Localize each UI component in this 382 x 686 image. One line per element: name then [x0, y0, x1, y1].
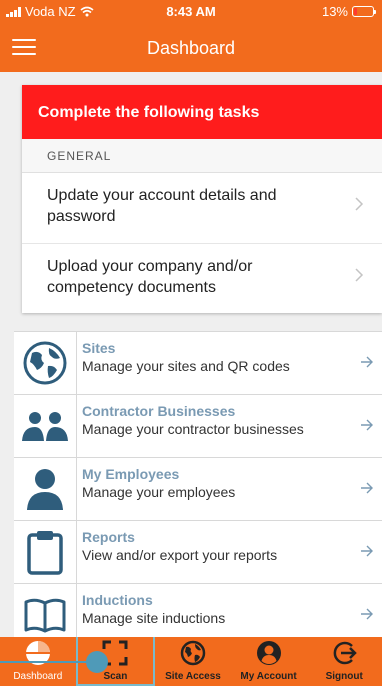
- menu-item-contractor-businesses[interactable]: Contractor Businesses Manage your contra…: [14, 395, 382, 458]
- chevron-right-icon: [355, 197, 364, 211]
- globe-icon: [23, 341, 67, 385]
- status-bar: Voda NZ 8:43 AM 13%: [0, 0, 382, 24]
- menu-item-reports[interactable]: Reports View and/or export your reports: [14, 521, 382, 584]
- tab-label: Site Access: [165, 671, 221, 682]
- menu-item-subtitle: Manage your contractor businesses: [82, 421, 304, 437]
- arrow-right-icon: [361, 356, 373, 368]
- tab-signout[interactable]: Signout: [306, 637, 382, 686]
- menu-item-subtitle: Manage your employees: [82, 484, 236, 500]
- tab-label: Scan: [103, 671, 128, 682]
- menu-item-inductions[interactable]: Inductions Manage site inductions: [14, 584, 382, 637]
- task-label: Upload your company and/or competency do…: [47, 258, 253, 296]
- tab-label: Signout: [325, 671, 363, 682]
- arrow-right-icon: [361, 419, 373, 431]
- menu-item-title: Contractor Businesses: [82, 403, 236, 419]
- user-circle-icon: [256, 641, 281, 665]
- tasks-section-header: GENERAL: [22, 139, 382, 173]
- task-label: Update your account details and password: [47, 187, 277, 225]
- task-update-account[interactable]: Update your account details and password: [22, 173, 382, 243]
- battery-icon: [352, 6, 376, 17]
- people-icon: [22, 412, 68, 441]
- arrow-right-icon: [361, 608, 373, 620]
- tasks-title: Complete the following tasks: [22, 85, 382, 139]
- arrow-right-icon: [361, 545, 373, 557]
- dashboard-menu: Sites Manage your sites and QR codes Con…: [14, 331, 382, 637]
- arrow-right-icon: [361, 482, 373, 494]
- globe-icon: [180, 640, 206, 666]
- book-icon: [24, 598, 66, 633]
- callout-line: [0, 661, 90, 663]
- chevron-right-icon: [355, 268, 364, 282]
- menu-item-title: Sites: [82, 340, 116, 356]
- tasks-card: Complete the following tasks GENERAL Upd…: [22, 85, 382, 313]
- tab-label: Dashboard: [13, 671, 63, 682]
- callout-dot: [86, 651, 108, 673]
- signout-icon: [333, 641, 357, 665]
- battery-percent: 13%: [321, 4, 348, 19]
- menu-item-subtitle: Manage your sites and QR codes: [82, 358, 290, 374]
- menu-item-title: Inductions: [82, 592, 153, 608]
- clipboard-icon: [27, 531, 63, 575]
- tab-site-access[interactable]: Site Access: [155, 637, 231, 686]
- menu-item-subtitle: View and/or export your reports: [82, 547, 278, 563]
- tab-my-account[interactable]: My Account: [231, 637, 307, 686]
- menu-item-subtitle: Manage site inductions: [82, 610, 226, 626]
- tab-label: My Account: [240, 671, 297, 682]
- menu-item-title: Reports: [82, 529, 135, 545]
- task-upload-documents[interactable]: Upload your company and/or competency do…: [22, 243, 382, 313]
- menu-item-title: My Employees: [82, 466, 180, 482]
- top-navbar: Dashboard: [0, 24, 382, 72]
- page-title: Dashboard: [146, 38, 236, 58]
- menu-item-sites[interactable]: Sites Manage your sites and QR codes: [14, 332, 382, 395]
- battery-status: 13%: [321, 4, 376, 19]
- menu-item-my-employees[interactable]: My Employees Manage your employees: [14, 458, 382, 521]
- person-icon: [27, 469, 63, 510]
